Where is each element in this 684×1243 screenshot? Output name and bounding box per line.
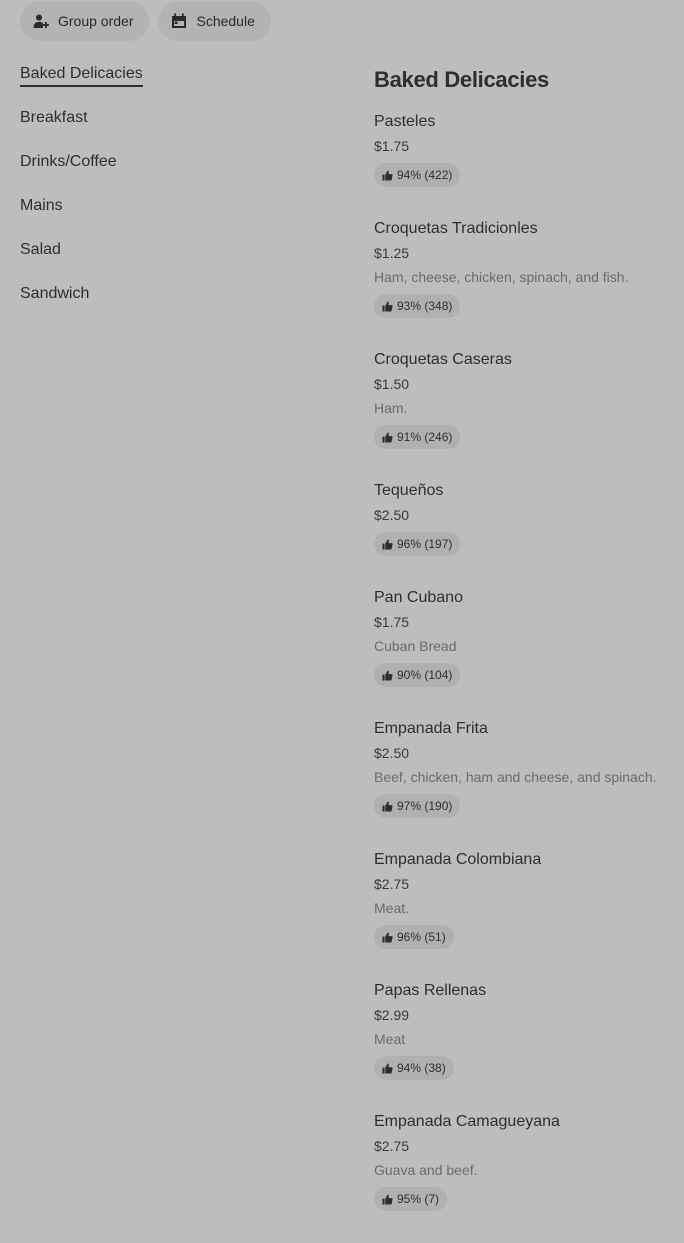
menu-item-description: Ham. <box>374 400 408 416</box>
menu-item-name: Empanada Frita <box>374 720 488 737</box>
menu-item-price: $2.75 <box>374 1138 410 1154</box>
menu-item-price: $2.75 <box>374 876 410 892</box>
menu-item-name: Pan Cubano <box>374 589 463 606</box>
menu-item-name: Pasteles <box>374 113 436 130</box>
menu-item[interactable]: Tequeños $2.50 96% (197) <box>374 481 674 588</box>
rating-badge: 97% (190) <box>374 794 461 818</box>
schedule-button[interactable]: Schedule <box>158 1 271 41</box>
rating-badge: 91% (246) <box>374 425 461 449</box>
thumbs-up-icon <box>382 1194 393 1205</box>
menu-item[interactable]: Empanada Colombiana $2.75 Meat. 96% (51) <box>374 850 674 981</box>
menu-item[interactable]: Papas Rellenas $2.99 Meat 94% (38) <box>374 981 674 1112</box>
group-order-button[interactable]: Group order <box>20 1 150 41</box>
menu-item-description: Ham, cheese, chicken, spinach, and fish. <box>374 269 629 285</box>
rating-text: 95% (7) <box>397 1192 440 1206</box>
sidebar-item-label: Mains <box>20 197 63 214</box>
rating-text: 96% (51) <box>397 930 446 944</box>
menu-item[interactable]: Empanada Frita $2.50 Beef, chicken, ham … <box>374 719 674 850</box>
thumbs-up-icon <box>382 301 393 312</box>
thumbs-up-icon <box>382 801 393 812</box>
rating-badge: 96% (197) <box>374 532 461 556</box>
group-order-label: Group order <box>58 13 134 29</box>
menu-item-description: Guava and beef. <box>374 1162 478 1178</box>
menu-item-description: Beef, chicken, ham and cheese, and spina… <box>374 769 657 785</box>
rating-badge: 94% (422) <box>374 163 461 187</box>
add-person-icon <box>33 13 49 29</box>
sidebar-item-label: Breakfast <box>20 109 88 126</box>
category-sidebar: Baked Delicacies Breakfast Drinks/Coffee… <box>20 64 320 328</box>
menu-item-price: $2.50 <box>374 507 410 523</box>
menu-item-description: Meat <box>374 1031 406 1047</box>
rating-text: 90% (104) <box>397 668 453 682</box>
menu-section: Baked Delicacies Pasteles $1.75 94% (422… <box>374 66 674 1243</box>
menu-item-price: $1.75 <box>374 138 410 154</box>
sidebar-item-breakfast[interactable]: Breakfast <box>20 108 320 152</box>
thumbs-up-icon <box>382 932 393 943</box>
menu-item-name: Tequeños <box>374 482 444 499</box>
sidebar-item-sandwich[interactable]: Sandwich <box>20 284 320 328</box>
menu-item-name: Croquetas Caseras <box>374 351 512 368</box>
top-toolbar: Group order Schedule <box>20 1 271 41</box>
menu-item-name: Papas Rellenas <box>374 982 487 999</box>
thumbs-up-icon <box>382 670 393 681</box>
menu-item[interactable]: Croquetas Caseras $1.50 Ham. 91% (246) <box>374 350 674 481</box>
sidebar-item-drinks-coffee[interactable]: Drinks/Coffee <box>20 152 320 196</box>
menu-item-price: $1.75 <box>374 614 410 630</box>
rating-badge: 90% (104) <box>374 663 461 687</box>
rating-badge: 95% (7) <box>374 1187 448 1211</box>
menu-item-name: Croquetas Tradicionles <box>374 220 538 237</box>
calendar-icon <box>171 13 187 29</box>
rating-text: 93% (348) <box>397 299 453 313</box>
rating-text: 94% (422) <box>397 168 453 182</box>
menu-item-price: $2.50 <box>374 745 410 761</box>
sidebar-item-label: Baked Delicacies <box>20 64 143 87</box>
menu-item-name: Empanada Colombiana <box>374 851 542 868</box>
rating-text: 91% (246) <box>397 430 453 444</box>
thumbs-up-icon <box>382 1063 393 1074</box>
sidebar-item-mains[interactable]: Mains <box>20 196 320 240</box>
menu-item-price: $2.99 <box>374 1007 410 1023</box>
rating-badge: 96% (51) <box>374 925 454 949</box>
menu-item-price: $1.50 <box>374 376 410 392</box>
thumbs-up-icon <box>382 170 393 181</box>
menu-item[interactable]: Empanada Camagueyana $2.75 Guava and bee… <box>374 1112 674 1243</box>
menu-item[interactable]: Pan Cubano $1.75 Cuban Bread 90% (104) <box>374 588 674 719</box>
menu-item-price: $1.25 <box>374 245 410 261</box>
rating-badge: 94% (38) <box>374 1056 454 1080</box>
sidebar-item-salad[interactable]: Salad <box>20 240 320 284</box>
menu-item[interactable]: Croquetas Tradicionles $1.25 Ham, cheese… <box>374 219 674 350</box>
sidebar-item-label: Salad <box>20 241 61 258</box>
thumbs-up-icon <box>382 539 393 550</box>
sidebar-item-label: Drinks/Coffee <box>20 153 117 170</box>
rating-badge: 93% (348) <box>374 294 461 318</box>
menu-item-name: Empanada Camagueyana <box>374 1113 560 1130</box>
rating-text: 96% (197) <box>397 537 453 551</box>
schedule-label: Schedule <box>196 13 255 29</box>
rating-text: 94% (38) <box>397 1061 446 1075</box>
sidebar-item-baked-delicacies[interactable]: Baked Delicacies <box>20 64 320 108</box>
section-title: Baked Delicacies <box>374 67 549 92</box>
menu-item-description: Meat. <box>374 900 410 916</box>
menu-item[interactable]: Pasteles $1.75 94% (422) <box>374 112 674 219</box>
sidebar-item-label: Sandwich <box>20 285 90 302</box>
rating-text: 97% (190) <box>397 799 453 813</box>
menu-item-description: Cuban Bread <box>374 638 457 654</box>
thumbs-up-icon <box>382 432 393 443</box>
